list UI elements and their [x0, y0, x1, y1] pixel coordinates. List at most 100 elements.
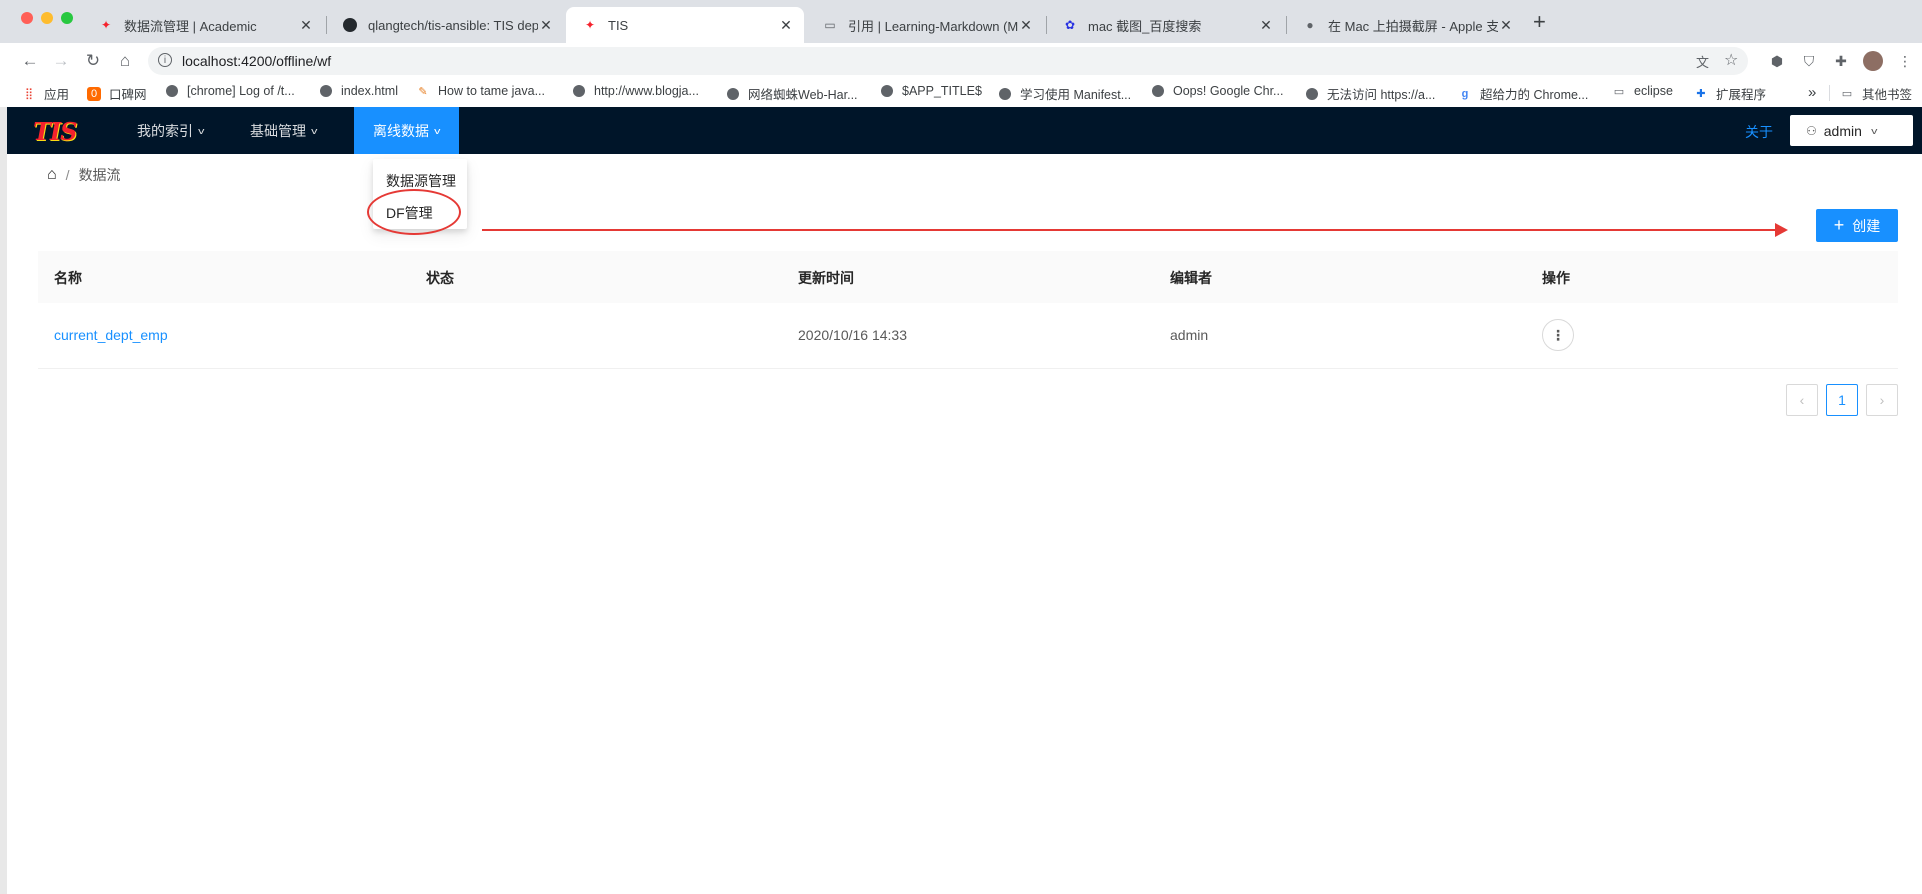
- browser-toolbar: ← → ↻ ⌂ i localhost:4200/offline/wf 文 ☆ …: [0, 43, 1922, 79]
- close-icon[interactable]: ✕: [538, 17, 554, 34]
- close-icon[interactable]: ✕: [298, 17, 314, 34]
- about-link[interactable]: 关于: [1745, 122, 1773, 142]
- bookmark-item[interactable]: ▭ eclipse: [1612, 84, 1673, 98]
- home-button[interactable]: ⌂: [115, 51, 135, 71]
- browser-tab[interactable]: ● 在 Mac 上拍摄截屏 - Apple 支持 ✕: [1286, 7, 1524, 43]
- bookmark-item[interactable]: http://www.blogja...: [572, 84, 699, 98]
- bookmark-item[interactable]: 学习使用 Manifest...: [998, 84, 1131, 103]
- github-icon: [342, 17, 358, 33]
- globe-icon: [1151, 84, 1165, 98]
- menu-basic-management[interactable]: 基础管理 v: [231, 107, 336, 154]
- bookmark-item[interactable]: Oops! Google Chr...: [1151, 84, 1283, 98]
- pagination-page[interactable]: 1: [1826, 384, 1858, 416]
- user-menu-button[interactable]: ⚇ admin v: [1790, 115, 1913, 146]
- tab-title: 数据流管理 | Academic: [124, 18, 257, 34]
- browser-tab-active[interactable]: ✦ TIS ✕: [566, 7, 804, 43]
- browser-tab[interactable]: ✦ 数据流管理 | Academic ✕: [82, 7, 324, 43]
- tis-logo[interactable]: TIS: [33, 117, 77, 146]
- annotation-arrow-head: [1775, 223, 1788, 237]
- tab-title: 引用 | Learning-Markdown (Ma: [848, 18, 1018, 34]
- breadcrumb-separator: /: [65, 167, 70, 183]
- reload-button[interactable]: ↻: [83, 51, 103, 71]
- close-icon[interactable]: ✕: [1498, 17, 1514, 34]
- dataflow-name-link[interactable]: current_dept_emp: [54, 327, 168, 343]
- address-bar[interactable]: i localhost:4200/offline/wf 文 ☆: [148, 47, 1748, 75]
- tab-title: mac 截图_百度搜索: [1088, 18, 1202, 34]
- tis-logo-icon: ✦: [100, 18, 112, 32]
- bookmark-item[interactable]: 网络蜘蛛Web-Har...: [726, 84, 858, 103]
- baidu-icon: ✿: [1064, 18, 1076, 32]
- bookmark-item[interactable]: 无法访问 https://a...: [1305, 84, 1435, 103]
- column-header: 名称: [54, 270, 82, 286]
- koubei-icon: 0: [87, 86, 101, 101]
- breadcrumb-current: 数据流: [78, 167, 121, 183]
- close-icon[interactable]: ✕: [1258, 17, 1274, 34]
- forward-button[interactable]: →: [51, 51, 71, 71]
- bookmark-item[interactable]: ✚ 扩展程序: [1694, 84, 1766, 103]
- browser-tab[interactable]: qlangtech/tis-ansible: TIS depl ✕: [326, 7, 564, 43]
- column-header: 状态: [426, 270, 454, 286]
- browser-tab[interactable]: ✿ mac 截图_百度搜索 ✕: [1046, 7, 1284, 43]
- feather-icon: ✎: [418, 85, 428, 98]
- bookmark-item[interactable]: ⣿ 应用: [22, 84, 69, 103]
- create-button[interactable]: + 创建: [1816, 209, 1898, 242]
- tab-title: qlangtech/tis-ansible: TIS depl: [368, 17, 538, 33]
- app-header: TIS 我的索引 v 基础管理 v 离线数据 v 关于 ⚇ admin v: [7, 107, 1922, 154]
- plus-icon: +: [1833, 215, 1845, 235]
- menu-item-datasource[interactable]: 数据源管理: [386, 171, 456, 191]
- window-minimize-button[interactable]: [41, 12, 53, 24]
- other-bookmarks-folder[interactable]: ▭ 其他书签: [1840, 84, 1912, 103]
- bookmark-item[interactable]: [chrome] Log of /t...: [165, 84, 295, 98]
- globe-icon: [998, 87, 1012, 101]
- updated-time: 2020/10/16 14:33: [798, 327, 907, 343]
- bookmark-item[interactable]: 0 口碑网: [87, 84, 147, 103]
- column-header: 操作: [1542, 270, 1570, 286]
- book-icon: ▭: [824, 18, 836, 32]
- more-bookmarks-button[interactable]: »: [1808, 84, 1816, 101]
- close-icon[interactable]: ✕: [1018, 17, 1034, 34]
- new-tab-button[interactable]: +: [1533, 9, 1546, 35]
- browser-tab[interactable]: ▭ 引用 | Learning-Markdown (Ma ✕: [806, 7, 1044, 43]
- breadcrumb: ⌂ / 数据流: [47, 165, 121, 185]
- menu-offline-data[interactable]: 离线数据 v: [354, 107, 459, 154]
- globe-icon: [1305, 87, 1319, 101]
- folder-icon: ▭: [1841, 88, 1853, 100]
- chevron-down-icon: v: [1871, 125, 1878, 136]
- user-icon: ⚇: [1806, 123, 1817, 138]
- puzzle-icon[interactable]: ✚: [1832, 52, 1850, 70]
- table-header: 名称 状态 更新时间 编辑者 操作: [38, 251, 1898, 304]
- apple-icon: ●: [1306, 18, 1314, 32]
- tab-title: 在 Mac 上拍摄截屏 - Apple 支持: [1328, 18, 1498, 34]
- translate-icon[interactable]: 文: [1696, 52, 1709, 71]
- pagination-prev[interactable]: ‹: [1786, 384, 1818, 416]
- tab-title: TIS: [608, 17, 629, 33]
- window-close-button[interactable]: [21, 12, 33, 24]
- editor-cell: admin: [1170, 327, 1209, 343]
- globe-icon: [726, 87, 740, 101]
- globe-icon: [165, 84, 179, 98]
- angular-extension-icon[interactable]: ⬢: [1768, 52, 1786, 70]
- home-icon[interactable]: ⌂: [47, 166, 57, 184]
- avatar[interactable]: [1863, 51, 1883, 71]
- pagination-next[interactable]: ›: [1866, 384, 1898, 416]
- back-button[interactable]: ←: [20, 51, 40, 71]
- bookmark-item[interactable]: ✎ How to tame java...: [416, 84, 545, 98]
- bookmark-item[interactable]: $APP_TITLE$: [880, 84, 982, 98]
- bookmark-item[interactable]: g 超给力的 Chrome...: [1458, 84, 1589, 103]
- info-icon[interactable]: i: [158, 53, 172, 67]
- menu-my-index[interactable]: 我的索引 v: [118, 107, 223, 154]
- url-text: localhost:4200/offline/wf: [182, 53, 332, 69]
- chevron-down-icon: v: [311, 125, 318, 136]
- shield-extension-icon[interactable]: ⛉: [1800, 52, 1818, 70]
- window-zoom-button[interactable]: [61, 12, 73, 24]
- bookmark-item[interactable]: index.html: [319, 84, 398, 98]
- close-icon[interactable]: ✕: [778, 17, 794, 34]
- star-icon[interactable]: ☆: [1724, 50, 1738, 70]
- google-icon: g: [1461, 87, 1469, 100]
- more-actions-button[interactable]: ⋮: [1542, 319, 1574, 351]
- bookmarks-bar: ⣿ 应用 0 口碑网 [chrome] Log of /t... index.htm…: [0, 79, 1922, 108]
- kebab-menu-icon[interactable]: ⋮: [1896, 52, 1914, 70]
- column-header: 更新时间: [798, 270, 854, 286]
- globe-icon: [572, 84, 586, 98]
- chevron-down-icon: v: [434, 125, 441, 136]
